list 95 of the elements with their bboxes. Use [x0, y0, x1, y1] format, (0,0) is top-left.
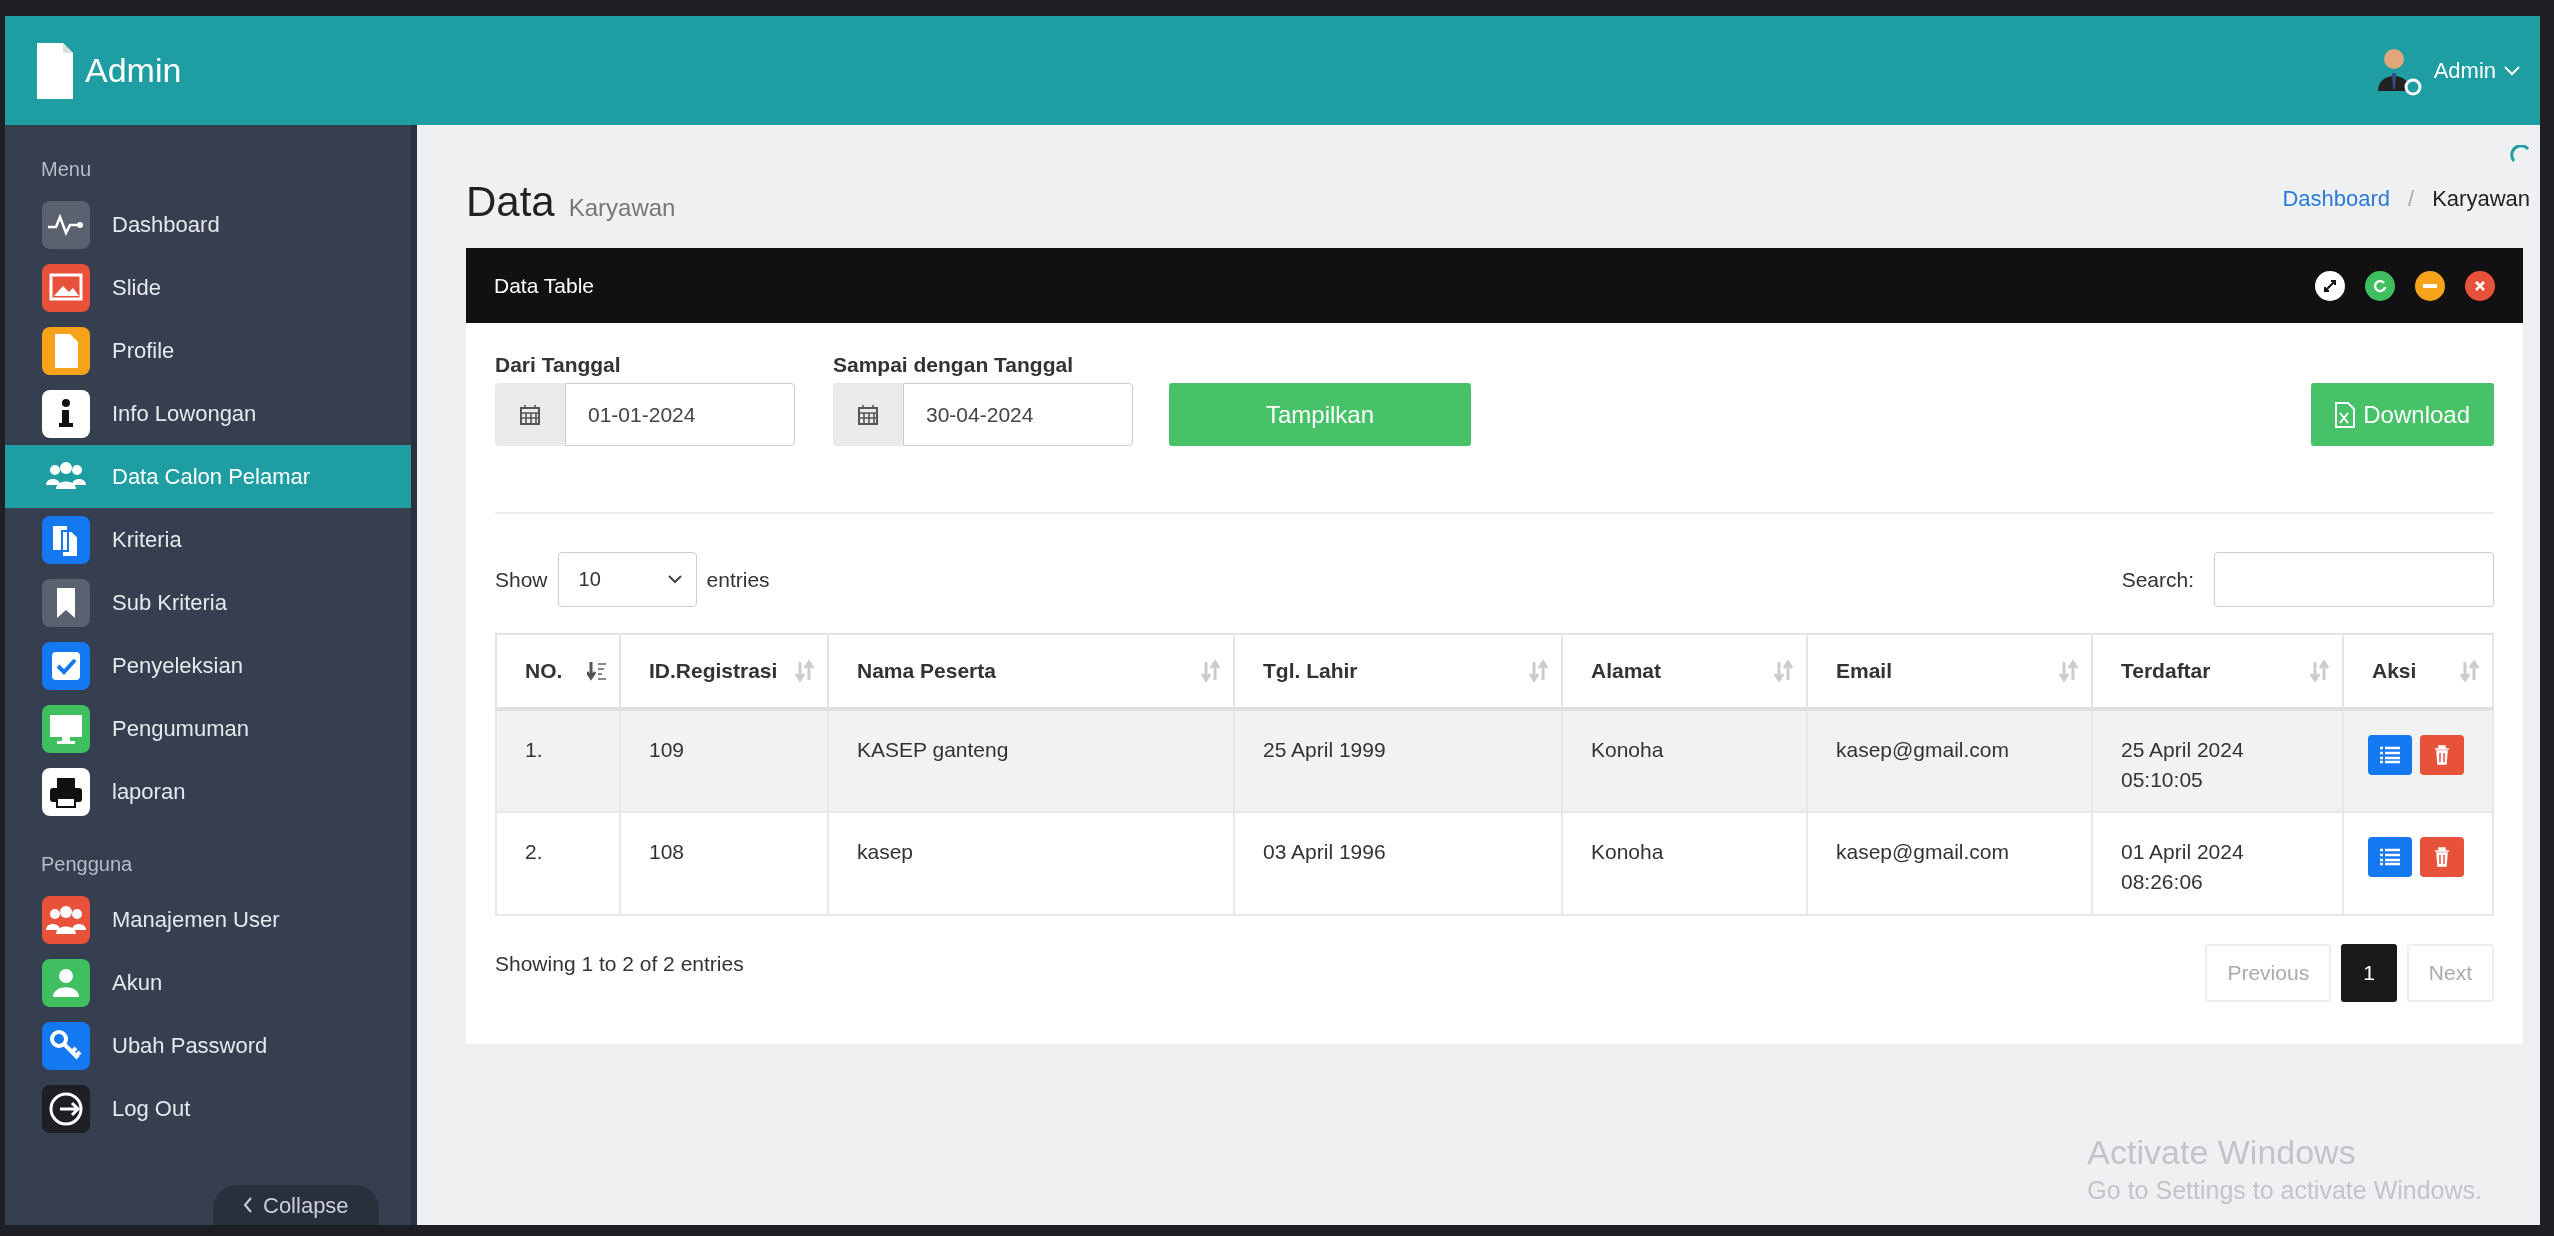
chart-icon	[42, 200, 90, 249]
page-title: Data	[466, 178, 555, 226]
expand-icon[interactable]	[2315, 270, 2345, 301]
sidebar-item[interactable]: Profile	[5, 319, 411, 382]
date-field[interactable]: 01-01-2024	[565, 383, 795, 446]
check-icon	[42, 641, 90, 690]
spreadsheet-file-icon	[2335, 401, 2356, 428]
sidebar-item[interactable]: Slide	[5, 256, 411, 319]
chevron-left-icon	[243, 1197, 253, 1213]
table-cell: kasep@gmail.com	[1807, 812, 2092, 915]
page-button[interactable]: 1	[2341, 944, 2397, 1002]
table-cell: 109	[620, 709, 828, 812]
sidebar-item[interactable]: Penyeleksian	[5, 634, 411, 697]
close-icon[interactable]	[2465, 270, 2495, 301]
list-icon	[2379, 848, 2401, 866]
table-cell: 03 April 1996	[1234, 812, 1562, 915]
field-label: Dari Tanggal	[495, 353, 622, 377]
table-cell: 1.	[496, 709, 620, 812]
panel-title: Data Table	[494, 273, 595, 298]
sidebar-label: Akun	[112, 969, 163, 996]
image-icon	[42, 263, 90, 312]
sidebar-label: Info Lowongan	[112, 400, 257, 427]
info-icon	[42, 389, 90, 438]
search-field[interactable]	[2214, 552, 2494, 607]
trash-icon	[2434, 847, 2450, 867]
detail-button[interactable]	[2368, 735, 2412, 775]
sidebar-item[interactable]: Sub Kriteria	[5, 571, 411, 634]
group-icon	[42, 895, 90, 944]
delete-button[interactable]	[2420, 735, 2464, 775]
table-cell: Konoha	[1562, 709, 1807, 812]
page-subtitle: Karyawan	[568, 194, 676, 222]
delete-button[interactable]	[2420, 837, 2464, 877]
table-info: Showing 1 to 2 of 2 entries	[495, 952, 744, 976]
sidebar-item[interactable]: Dashboard	[5, 193, 411, 256]
logout-icon	[42, 1084, 90, 1133]
sidebar-label: Kriteria	[112, 526, 182, 553]
table-cell: 2.	[496, 812, 620, 915]
table-cell: kasep@gmail.com	[1807, 709, 2092, 812]
list-icon	[2379, 746, 2401, 764]
collapse-button[interactable]: Collapse	[213, 1185, 379, 1225]
breadcrumb-link[interactable]: Dashboard	[2282, 186, 2391, 212]
sidebar-item[interactable]: Log Out	[5, 1077, 411, 1140]
entries-label: entries	[706, 567, 770, 592]
date-field[interactable]: 30-04-2024	[903, 383, 1133, 446]
trash-icon	[2434, 745, 2450, 765]
user-icon	[42, 958, 90, 1007]
key-icon	[42, 1021, 90, 1070]
caret-icon	[2504, 65, 2520, 76]
sidebar-item[interactable]: Manajemen User	[5, 888, 411, 951]
monitor-icon	[42, 704, 90, 753]
sidebar-item[interactable]: Info Lowongan	[5, 382, 411, 445]
sidebar-label: Dashboard	[112, 211, 220, 238]
field-label: Sampai dengan Tanggal	[833, 353, 1074, 377]
sort-icon[interactable]	[587, 660, 607, 682]
entries-select[interactable]: 10	[557, 552, 697, 607]
table-cell: kasep	[828, 812, 1234, 915]
minimize-icon[interactable]	[2415, 270, 2445, 301]
table-cell: KASEP ganteng	[828, 709, 1234, 812]
sidebar-label: Manajemen User	[112, 906, 280, 933]
table-cell: Konoha	[1562, 812, 1807, 915]
breadcrumb-current: Karyawan	[2432, 186, 2530, 212]
calendar-icon	[520, 404, 540, 425]
show-label: Show	[495, 567, 548, 592]
sidebar-item[interactable]: Akun	[5, 951, 411, 1014]
refresh-icon[interactable]	[2365, 270, 2395, 301]
sidebar-item[interactable]: Ubah Password	[5, 1014, 411, 1077]
sidebar-label: Ubah Password	[112, 1032, 268, 1059]
caret-icon	[667, 575, 682, 584]
document-icon	[37, 42, 73, 99]
table-cell: 25 April 2024 05:10:05	[2092, 709, 2343, 812]
table-cell: 25 April 1999	[1234, 709, 1562, 812]
detail-button[interactable]	[2368, 837, 2412, 877]
section-heading: Pengguna	[40, 852, 134, 877]
table-cell: 108	[620, 812, 828, 915]
sidebar-item[interactable]: laporan	[5, 760, 411, 823]
sidebar-label: laporan	[112, 778, 186, 805]
file-icon	[42, 326, 90, 375]
sidebar-label: Profile	[112, 337, 175, 364]
sidebar-item[interactable]: Pengumuman	[5, 697, 411, 760]
copy-icon	[42, 515, 90, 564]
sidebar-label: Slide	[112, 274, 161, 301]
brand-name: Admin	[85, 51, 182, 90]
sidebar-label: Sub Kriteria	[112, 589, 227, 616]
table-cell: 01 April 2024 08:26:06	[2092, 812, 2343, 915]
sidebar-label: Penyeleksian	[112, 652, 243, 679]
section-heading: Menu	[40, 157, 93, 182]
sidebar-item[interactable]: Kriteria	[5, 508, 411, 571]
sidebar-label: Data Calon Pelamar	[112, 463, 311, 490]
search-label: Search:	[2121, 567, 2194, 592]
calendar-icon	[858, 404, 878, 425]
sidebar-label: Log Out	[112, 1095, 191, 1122]
sidebar-label: Pengumuman	[112, 715, 249, 742]
bookmark-icon	[42, 578, 90, 627]
breadcrumb-separator: /	[2408, 186, 2415, 212]
print-icon	[42, 767, 90, 816]
